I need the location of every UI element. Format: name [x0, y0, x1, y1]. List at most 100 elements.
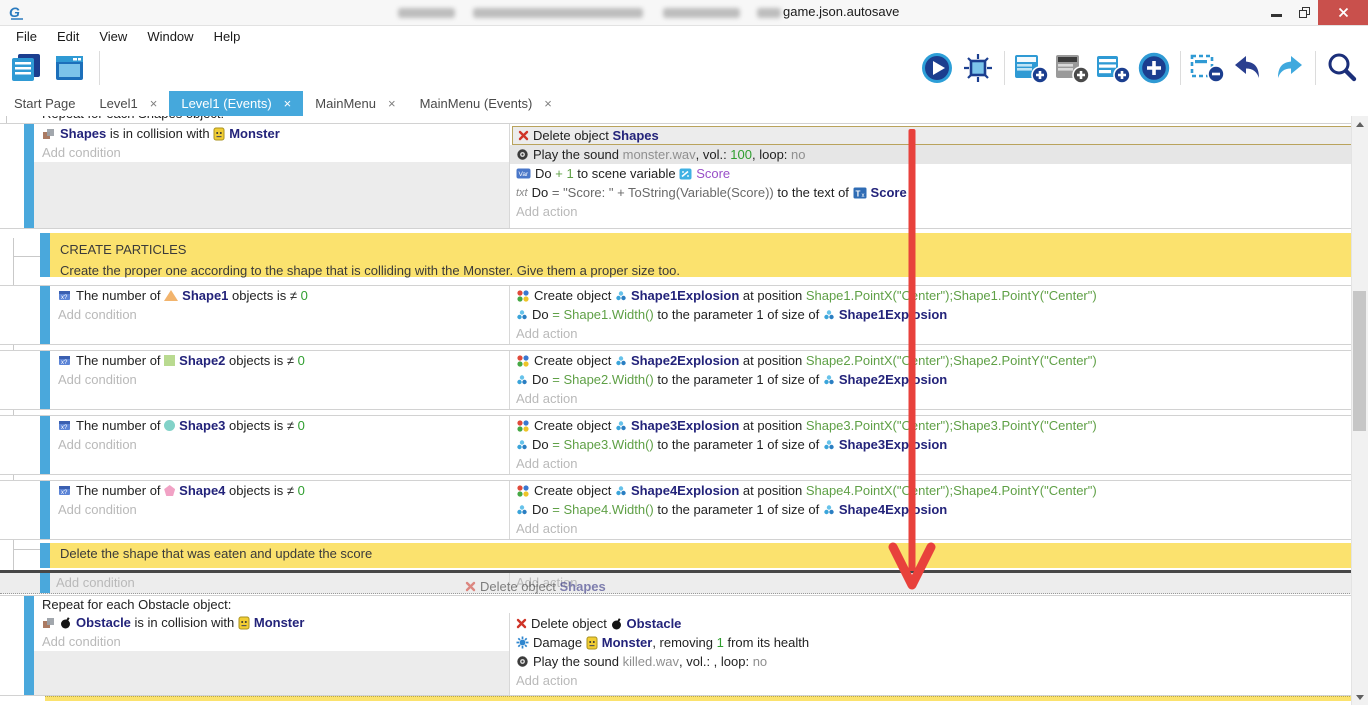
event-header[interactable]: Repeat for each Obstacle object:	[34, 596, 1368, 613]
volume-value: 100	[730, 147, 752, 162]
object-name: Shape4Explosion	[631, 483, 739, 498]
add-action[interactable]: Add action	[510, 519, 1368, 538]
add-action[interactable]: Add action	[510, 389, 1368, 408]
minimize-button[interactable]	[1262, 0, 1290, 25]
menu-window[interactable]: Window	[137, 29, 203, 44]
redo-icon[interactable]	[1271, 50, 1307, 86]
tab-level1[interactable]: Level1×	[87, 91, 169, 116]
restore-button[interactable]	[1290, 0, 1318, 25]
tab-mainmenu[interactable]: MainMenu×	[303, 91, 407, 116]
tab-level1-events[interactable]: Level1 (Events)×	[169, 91, 303, 116]
action-text: at position	[739, 418, 806, 433]
tab-close-icon[interactable]: ×	[388, 96, 396, 111]
event-header-clipped[interactable]: Repeat for each Shapes object:	[34, 116, 1368, 123]
action-text: , removing	[652, 635, 716, 650]
add-event-circle-icon[interactable]	[1136, 50, 1172, 86]
comment-block[interactable]: CREATE PARTICLES Create the proper one a…	[0, 233, 1368, 277]
drop-target-row[interactable]: Add condition Add action	[0, 570, 1368, 594]
monster-icon	[586, 636, 598, 650]
compare-value: 0	[301, 288, 308, 303]
shape-event-block: x? The number of Shape1 objects is ≠ 0 A…	[0, 285, 1368, 345]
expression: = Shape2.Width()	[552, 372, 654, 387]
action-text: to the text of	[774, 185, 853, 200]
condition-text: is in collision with	[131, 615, 238, 630]
condition-filler	[50, 519, 509, 539]
action-row[interactable]: Do = Shape1.Width() to the parameter 1 o…	[510, 305, 1368, 324]
menu-file[interactable]: File	[6, 29, 47, 44]
create-object-icon	[516, 484, 530, 497]
add-action[interactable]: Add action	[510, 671, 1368, 690]
menu-bar: File Edit View Window Help	[0, 26, 1368, 46]
add-condition[interactable]: Add condition	[34, 632, 509, 651]
scrollbar-thumb[interactable]	[1353, 291, 1366, 431]
action-row[interactable]: txt Do = "Score: " + ToString(Variable(S…	[510, 183, 1368, 202]
add-action[interactable]: Add action	[510, 324, 1368, 343]
add-condition[interactable]: Add condition	[50, 435, 509, 454]
event-indent-bar	[40, 543, 50, 568]
particles-icon	[516, 374, 528, 386]
add-condition[interactable]: Add condition	[50, 305, 509, 324]
compare-value: 0	[298, 353, 305, 368]
action-row[interactable]: Damage Monster , removing 1 from its hea…	[510, 633, 1368, 652]
action-row[interactable]: Create object Shape2Explosion at positio…	[510, 351, 1368, 370]
particles-icon	[615, 355, 627, 367]
tab-close-icon[interactable]: ×	[150, 96, 158, 111]
action-row[interactable]: Var Do + 1 to scene variable Score	[510, 164, 1368, 183]
action-row[interactable]: Do = Shape4.Width() to the parameter 1 o…	[510, 500, 1368, 519]
add-action[interactable]: Add action	[510, 202, 1368, 221]
menu-edit[interactable]: Edit	[47, 29, 89, 44]
action-row[interactable]: Play the sound monster.wav , vol.: 100 ,…	[510, 145, 1368, 164]
svg-text:x?: x?	[61, 360, 68, 366]
action-row[interactable]: Delete object Obstacle	[510, 614, 1368, 633]
add-action[interactable]: Add action	[510, 454, 1368, 473]
tab-mainmenu-events[interactable]: MainMenu (Events)×	[408, 91, 564, 116]
condition-row[interactable]: Obstacle is in collision with Monster	[34, 613, 509, 632]
add-action[interactable]: Add action	[510, 573, 1368, 592]
event-indent-bar	[40, 233, 50, 277]
preview-play-icon[interactable]	[919, 50, 955, 86]
add-condition[interactable]: Add condition	[34, 143, 509, 162]
undo-icon[interactable]	[1230, 50, 1266, 86]
action-row[interactable]: Create object Shape3Explosion at positio…	[510, 416, 1368, 435]
close-button[interactable]	[1318, 0, 1368, 25]
object-name: Shape3	[179, 418, 225, 433]
add-event-icon[interactable]	[1013, 50, 1049, 86]
condition-row[interactable]: x? The number of Shape4 objects is ≠ 0	[50, 481, 509, 500]
tab-close-icon[interactable]: ×	[544, 96, 552, 111]
add-condition[interactable]: Add condition	[50, 573, 510, 592]
action-row[interactable]: Do = Shape2.Width() to the parameter 1 o…	[510, 370, 1368, 389]
add-condition[interactable]: Add condition	[50, 500, 509, 519]
condition-row[interactable]: x? The number of Shape3 objects is ≠ 0	[50, 416, 509, 435]
object-name: Shapes	[60, 126, 106, 141]
action-row-selected[interactable]: Delete object Shapes	[512, 126, 1366, 145]
scroll-down-icon[interactable]	[1356, 695, 1364, 700]
action-row[interactable]: Do = Shape3.Width() to the parameter 1 o…	[510, 435, 1368, 454]
add-condition[interactable]: Add condition	[50, 370, 509, 389]
menu-view[interactable]: View	[89, 29, 137, 44]
comment-block[interactable]: Delete the shape that was eaten and upda…	[0, 543, 1368, 568]
project-manager-icon[interactable]	[8, 50, 44, 86]
condition-row[interactable]: x? The number of Shape2 objects is ≠ 0	[50, 351, 509, 370]
delete-selection-icon[interactable]	[1189, 50, 1225, 86]
toolbar-separator	[1004, 51, 1005, 85]
action-row[interactable]: Create object Shape1Explosion at positio…	[510, 286, 1368, 305]
action-row[interactable]: Create object Shape4Explosion at positio…	[510, 481, 1368, 500]
add-subevent-icon[interactable]	[1095, 50, 1131, 86]
object-name: Shape1Explosion	[631, 288, 739, 303]
tab-label: Start Page	[14, 96, 75, 111]
action-text: to the parameter 1 of size of	[654, 502, 823, 517]
debugger-icon[interactable]	[960, 50, 996, 86]
vertical-scrollbar[interactable]	[1351, 116, 1368, 705]
search-icon[interactable]	[1324, 50, 1360, 86]
action-text: Delete object	[480, 579, 560, 594]
action-row[interactable]: Play the sound killed.wav , vol.: , loop…	[510, 652, 1368, 671]
menu-help[interactable]: Help	[204, 29, 251, 44]
add-comment-icon[interactable]	[1054, 50, 1090, 86]
tab-close-icon[interactable]: ×	[284, 96, 292, 111]
damage-value: 1	[717, 635, 724, 650]
start-page-icon[interactable]	[52, 50, 88, 86]
tab-start-page[interactable]: Start Page	[2, 91, 87, 116]
condition-row[interactable]: Shapes is in collision with Monster	[34, 124, 509, 143]
scroll-up-icon[interactable]	[1356, 122, 1364, 127]
condition-row[interactable]: x? The number of Shape1 objects is ≠ 0	[50, 286, 509, 305]
